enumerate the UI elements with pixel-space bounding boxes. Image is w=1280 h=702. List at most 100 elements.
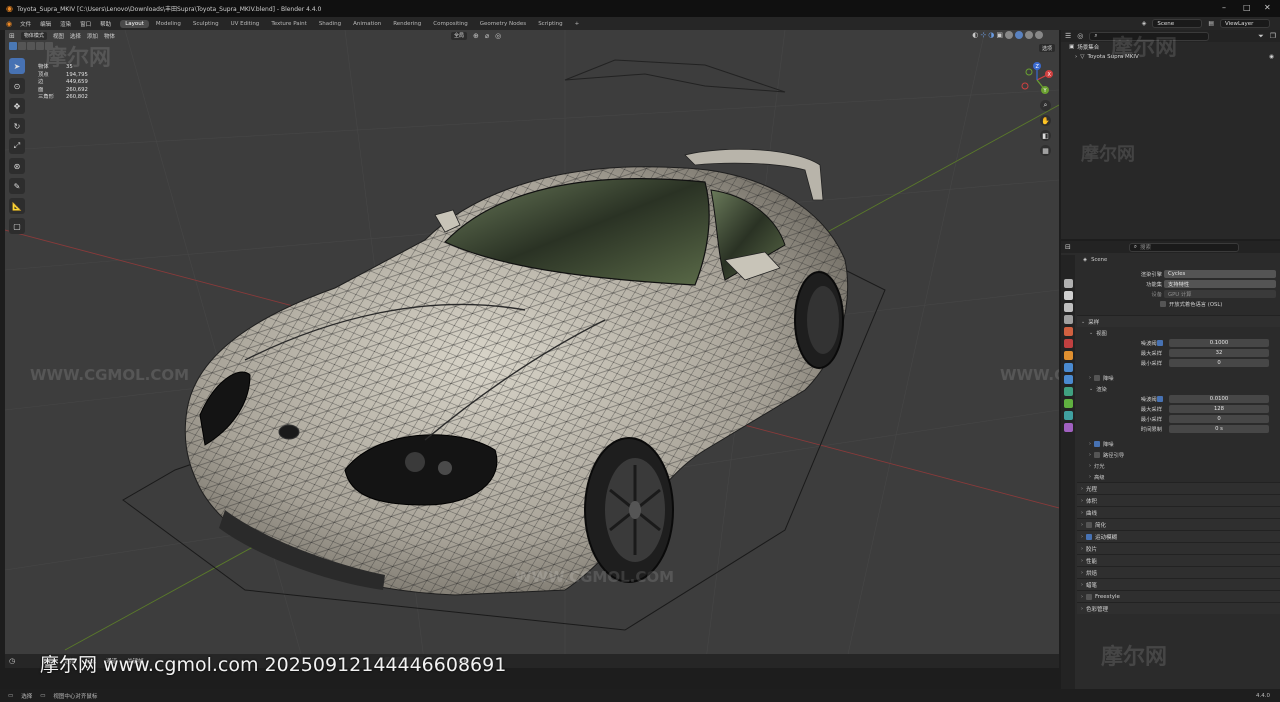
- viewport-menu-object[interactable]: 物体: [104, 32, 115, 40]
- select-intersect-icon[interactable]: [45, 42, 53, 50]
- transform-tool-icon[interactable]: ⊛: [9, 158, 25, 174]
- render-max-field[interactable]: 128: [1169, 405, 1269, 413]
- freestyle-checkbox[interactable]: [1086, 593, 1092, 600]
- camera-view-icon[interactable]: ◧: [1040, 130, 1051, 141]
- minimize-button[interactable]: –: [1222, 3, 1226, 12]
- tab-scripting[interactable]: Scripting: [533, 20, 567, 28]
- rotate-tool-icon[interactable]: ↻: [9, 118, 25, 134]
- select-tool-icon[interactable]: ➤: [9, 58, 25, 74]
- section-grease-pencil[interactable]: › 蜡笔: [1077, 578, 1280, 590]
- simplify-checkbox[interactable]: [1086, 521, 1092, 528]
- section-volumes[interactable]: › 体积: [1077, 494, 1280, 506]
- proportional-edit-icon[interactable]: ◎: [495, 32, 501, 40]
- world-tab-icon[interactable]: [1063, 339, 1073, 348]
- gizmo-toggle-icon[interactable]: ⊹: [980, 31, 986, 39]
- annotate-tool-icon[interactable]: ✎: [9, 178, 25, 194]
- output-tab-icon[interactable]: [1063, 303, 1073, 312]
- visibility-eye-icon[interactable]: ◉: [1269, 54, 1274, 60]
- denoise-checkbox[interactable]: [1094, 374, 1100, 381]
- tab-shading[interactable]: Shading: [314, 20, 346, 28]
- data-tab-icon[interactable]: [1063, 411, 1073, 420]
- outliner-display-mode-icon[interactable]: ◎: [1077, 32, 1083, 40]
- scale-tool-icon[interactable]: ⤢: [9, 138, 25, 154]
- pivot-icon[interactable]: ⊕: [473, 32, 479, 40]
- measure-tool-icon[interactable]: 📐: [9, 198, 25, 214]
- transform-orientation[interactable]: 全局: [450, 31, 467, 40]
- add-workspace-button[interactable]: +: [570, 20, 585, 28]
- properties-editor-icon[interactable]: ⊟: [1065, 243, 1071, 251]
- subsection-render-denoise[interactable]: › 降噪: [1077, 438, 1280, 449]
- motion-blur-checkbox[interactable]: [1086, 533, 1092, 540]
- subsection-advanced[interactable]: › 高级: [1077, 471, 1280, 482]
- filter-icon[interactable]: ⏷: [1258, 32, 1264, 41]
- view-layer-selector[interactable]: ViewLayer: [1220, 19, 1270, 28]
- mode-selector[interactable]: 物体模式: [20, 31, 47, 40]
- tool-tab-icon[interactable]: [1063, 279, 1073, 288]
- render-denoise-checkbox[interactable]: [1094, 440, 1100, 447]
- section-light-paths[interactable]: › 光程: [1077, 482, 1280, 494]
- properties-search-input[interactable]: ⌕ 搜索: [1128, 242, 1239, 252]
- tab-geometry-nodes[interactable]: Geometry Nodes: [475, 20, 531, 28]
- menu-edit[interactable]: 编辑: [40, 20, 51, 28]
- section-curves[interactable]: › 曲线: [1077, 506, 1280, 518]
- select-extend-icon[interactable]: [18, 42, 26, 50]
- outliner-row-supra[interactable]: › ▽ Toyota Supra MKIV ◉: [1061, 52, 1280, 62]
- car-model[interactable]: [184, 148, 849, 596]
- move-tool-icon[interactable]: ✥: [9, 98, 25, 114]
- maximize-button[interactable]: □: [1243, 3, 1251, 12]
- subsection-render[interactable]: ⌄ 渲染: [1077, 383, 1280, 394]
- physics-tab-icon[interactable]: [1063, 387, 1073, 396]
- pan-hand-icon[interactable]: ✋: [1040, 115, 1051, 126]
- viewport-options-button[interactable]: 选项: [1038, 44, 1055, 52]
- scene-tab-icon[interactable]: [1063, 327, 1073, 336]
- snap-icon[interactable]: ⌀: [485, 32, 489, 40]
- xray-icon[interactable]: ▣: [996, 31, 1003, 39]
- render-noise-checkbox[interactable]: [1157, 396, 1163, 402]
- viewport-max-field[interactable]: 32: [1169, 349, 1269, 357]
- object-tab-icon[interactable]: [1063, 351, 1073, 360]
- section-bake[interactable]: › 烘焙: [1077, 566, 1280, 578]
- viewport-noise-checkbox[interactable]: [1157, 340, 1163, 346]
- wireframe-shading-icon[interactable]: [1005, 31, 1013, 39]
- section-simplify[interactable]: › 简化: [1077, 518, 1280, 530]
- osl-checkbox[interactable]: [1160, 301, 1166, 307]
- subsection-path-guiding[interactable]: › 路径引导: [1077, 449, 1280, 460]
- section-sampling[interactable]: ⌄ 采样: [1077, 315, 1280, 327]
- section-performance[interactable]: › 性能: [1077, 554, 1280, 566]
- tab-sculpting[interactable]: Sculpting: [188, 20, 224, 28]
- perspective-toggle-icon[interactable]: ▦: [1040, 145, 1051, 156]
- overlay-toggle-icon[interactable]: ◑: [988, 31, 994, 39]
- select-new-icon[interactable]: [9, 42, 17, 50]
- add-cube-tool-icon[interactable]: ▢: [9, 218, 25, 234]
- tab-animation[interactable]: Animation: [348, 20, 386, 28]
- menu-window[interactable]: 窗口: [80, 20, 91, 28]
- editor-type-icon[interactable]: ⊞: [9, 32, 15, 40]
- tab-layout[interactable]: Layout: [120, 19, 149, 28]
- subsection-viewport-denoise[interactable]: › 降噪: [1077, 372, 1280, 383]
- viewport-min-field[interactable]: 0: [1169, 359, 1269, 367]
- view-layer-tab-icon[interactable]: [1063, 315, 1073, 324]
- particles-tab-icon[interactable]: [1063, 375, 1073, 384]
- menu-render[interactable]: 渲染: [60, 20, 71, 28]
- viewport-menu-view[interactable]: 视图: [53, 32, 64, 40]
- rendered-shading-icon[interactable]: [1035, 31, 1043, 39]
- zoom-icon[interactable]: ⌕: [1040, 100, 1051, 111]
- select-invert-icon[interactable]: [36, 42, 44, 50]
- outliner-search-input[interactable]: ⌕: [1089, 31, 1210, 41]
- cursor-tool-icon[interactable]: ⊙: [9, 78, 25, 94]
- subsection-lights[interactable]: › 灯光: [1077, 460, 1280, 471]
- time-limit-field[interactable]: 0 s: [1169, 425, 1269, 433]
- render-engine-dropdown[interactable]: Cycles: [1164, 270, 1276, 278]
- outliner-row-scene-collection[interactable]: ▣ 场景集合: [1061, 42, 1280, 52]
- section-film[interactable]: › 胶片: [1077, 542, 1280, 554]
- section-motion-blur[interactable]: › 运动模糊: [1077, 530, 1280, 542]
- texture-tab-icon[interactable]: [1063, 423, 1073, 432]
- blender-menu-icon[interactable]: ◉: [6, 20, 12, 28]
- viewport-menu-add[interactable]: 添加: [87, 32, 98, 40]
- new-collection-icon[interactable]: ❐: [1270, 32, 1276, 40]
- 3d-viewport[interactable]: 摩尔网 WWW.CGMOL.COM WWW.CGMOL.COM WWW.CGMO…: [5, 30, 1059, 668]
- solid-shading-icon[interactable]: [1015, 31, 1023, 39]
- subsection-viewport[interactable]: ⌄ 视图: [1077, 327, 1280, 338]
- tab-texture-paint[interactable]: Texture Paint: [266, 20, 312, 28]
- constraints-tab-icon[interactable]: [1063, 399, 1073, 408]
